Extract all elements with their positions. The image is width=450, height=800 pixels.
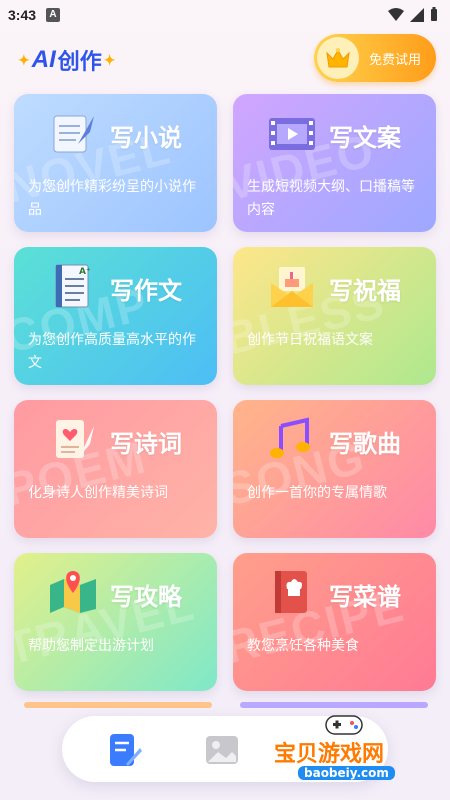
crown-icon	[317, 37, 359, 79]
card-write-travel-guide[interactable]: TRAVEL 写攻略 帮助您制定出游计划	[14, 553, 217, 691]
status-time: 3:43	[8, 7, 37, 23]
card-title: 写攻略	[110, 583, 182, 611]
card-write-blessing[interactable]: BLESS 写祝福 创作节日祝福语文案	[233, 247, 436, 385]
signal-icon	[410, 7, 424, 22]
heart-scroll-icon	[56, 420, 94, 458]
card-description: 创作节日祝福语文案	[247, 332, 373, 348]
card-title: 写祝福	[329, 277, 401, 305]
free-trial-label: 免费试用	[369, 52, 422, 68]
battery-icon	[431, 7, 437, 21]
card-write-song[interactable]: SONG 写歌曲 创作一首你的专属情歌	[233, 400, 436, 538]
card-title: 写菜谱	[329, 583, 401, 611]
status-icons	[388, 7, 438, 22]
gamepad-icon	[325, 715, 363, 735]
partial-card-left	[24, 702, 212, 708]
card-description: 为您创作高质量高水平的作文	[28, 332, 196, 371]
write-tab-icon[interactable]	[104, 730, 144, 770]
card-title: 写作文	[110, 277, 182, 305]
site-watermark: 宝贝游戏网 baobeiy.com	[272, 708, 442, 794]
film-icon	[269, 118, 315, 150]
app-logo: ✦ AI 创作 ✦	[16, 44, 117, 76]
card-title: 写小说	[110, 124, 182, 152]
envelope-cake-icon	[271, 267, 313, 307]
sparkle-icon: ✦	[18, 51, 30, 68]
site-watermark-url: baobeiy.com	[298, 766, 395, 780]
card-description: 教您烹饪各种美食	[247, 638, 359, 654]
scroll-quill-icon	[53, 115, 94, 153]
svg-text:A⁺: A⁺	[79, 267, 91, 277]
brand-ai: AI	[31, 46, 56, 73]
card-description: 帮助您制定出游计划	[28, 638, 154, 654]
card-title: 写诗词	[110, 430, 182, 458]
card-write-novel[interactable]: NOVEL 写小说 为您创作精彩纷呈的小说作品	[14, 94, 217, 232]
card-description: 生成短视频大纲、口播稿等内容	[247, 179, 415, 218]
notification-icon: A	[46, 8, 61, 22]
card-title: 写歌曲	[329, 430, 401, 458]
recipe-book-icon	[275, 571, 307, 613]
card-description: 化身诗人创作精美诗词	[28, 485, 168, 501]
card-write-poem[interactable]: POEM 写诗词 化身诗人创作精美诗词	[14, 400, 217, 538]
card-write-recipe[interactable]: RECIPE 写菜谱 教您烹饪各种美食	[233, 553, 436, 691]
document-grade-icon: A⁺	[55, 264, 91, 308]
wifi-icon	[388, 7, 404, 21]
image-tab-icon[interactable]	[202, 730, 242, 770]
sparkle-icon: ✦	[103, 51, 116, 68]
brand-title: 创作	[57, 49, 102, 74]
map-pin-icon	[50, 571, 96, 613]
card-write-copy[interactable]: VIDEO 写文案 生成短视频大纲、口播稿等内容	[233, 94, 436, 232]
status-bar: 3:43 A	[0, 0, 450, 30]
site-watermark-title: 宝贝游戏网	[274, 742, 385, 767]
card-write-essay[interactable]: COMP A⁺ 写作文 为您创作高质量高水平的作文	[14, 247, 217, 385]
card-title: 写文案	[329, 124, 401, 152]
card-description: 为您创作精彩纷呈的小说作品	[28, 179, 196, 218]
app-header: ✦ AI 创作 ✦ 免费试用	[0, 30, 450, 90]
card-description: 创作一首你的专属情歌	[247, 485, 387, 501]
music-notes-icon	[270, 417, 310, 458]
free-trial-button[interactable]: 免费试用	[314, 34, 436, 82]
